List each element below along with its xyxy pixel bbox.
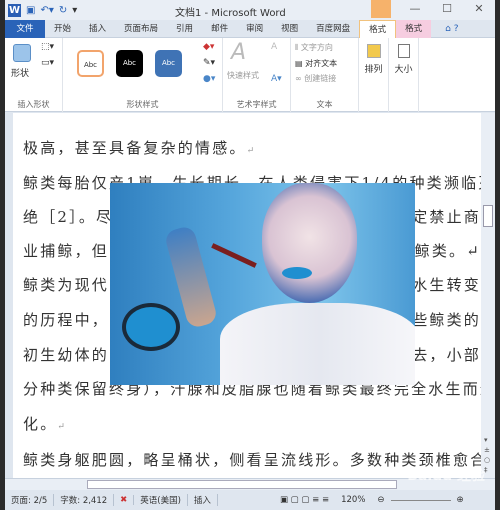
tab-format-drawing[interactable]: 格式 <box>359 19 397 39</box>
tab-format-picture[interactable]: 格式 <box>396 19 432 38</box>
edit-shape-icon[interactable]: ⬚▾ <box>41 42 54 52</box>
word-logo-icon: W <box>8 3 21 17</box>
zoom-level[interactable]: 120% <box>335 495 371 505</box>
text-box-icon[interactable]: ▭▾ <box>41 58 54 68</box>
shapes-icon <box>13 44 31 62</box>
status-bar: 页面: 2/5 字数: 2,412 ✖ 英语(美国) 插入 ▣ ▢ ▢ ≡ ≡ … <box>5 490 495 510</box>
text-line: 极高，甚至具备复杂的情感。↵ <box>23 139 257 157</box>
tab-home[interactable]: 开始 <box>45 20 80 38</box>
fill-icon[interactable]: ◆▾ <box>203 42 214 52</box>
text-line: 初生幼体的 <box>23 346 110 364</box>
text-line: 定禁止商 <box>412 208 481 226</box>
group-label: 插入形状 <box>17 100 50 109</box>
document-page[interactable]: 极高，甚至具备复杂的情感。↵ 鲸类每胎仅产1崽，生长期长，在人类侵害下1/4的种… <box>5 113 481 479</box>
group-shape-styles: Abc Abc Abc ◆▾ ✎▾ ●▾ 形状样式 <box>63 38 223 112</box>
word-window: W ▣ ↶▾ ↻ ▾ 文档1 - Microsoft Word — ☐ ✕ 文件… <box>5 0 495 510</box>
tab-file[interactable]: 文件 <box>5 19 45 38</box>
text-line: 水生转变 <box>412 276 481 294</box>
language[interactable]: 英语(美国) <box>134 494 188 506</box>
text-line: 去，小部 <box>412 346 481 364</box>
text-line: 些鲸类的 <box>412 311 481 329</box>
maximize-icon[interactable]: ☐ <box>431 0 463 18</box>
minimize-icon[interactable]: — <box>399 0 431 18</box>
tab-page-layout[interactable]: 页面布局 <box>115 20 167 38</box>
effects-icon[interactable]: ●▾ <box>203 74 215 84</box>
text-line: 鲸类为现代 <box>23 276 110 294</box>
style-sample-blue[interactable]: Abc <box>155 50 182 77</box>
text-line: 的历程中， <box>23 311 110 329</box>
text-fill-icon[interactable]: A <box>271 42 277 52</box>
tab-baidu-netdisk[interactable]: 百度网盘 <box>307 20 359 38</box>
text-direction-label: 文字方向 <box>300 43 333 52</box>
size-label: 大小 <box>394 65 413 75</box>
tab-review[interactable]: 审阅 <box>237 20 272 38</box>
hscroll-thumb[interactable] <box>87 480 397 489</box>
align-text-label: 对齐文本 <box>305 59 338 68</box>
compact <box>122 303 180 351</box>
group-label: 文本 <box>316 100 333 109</box>
ribbon: 形状 ⬚▾ ▭▾ 插入形状 Abc Abc Abc ◆▾ ✎▾ ●▾ 形状样式 … <box>5 38 495 112</box>
quick-styles-button[interactable]: 快速样式 <box>227 70 259 81</box>
text-line: 化。↵ <box>23 415 68 433</box>
zoom-out-icon[interactable]: ⊖ <box>371 495 390 505</box>
style-sample-black[interactable]: Abc <box>116 50 143 77</box>
arrange-label: 排列 <box>364 65 383 75</box>
undo-icon[interactable]: ↶▾ <box>40 5 53 16</box>
zoom-slider[interactable] <box>390 499 451 501</box>
lips <box>282 267 312 279</box>
help-icon[interactable]: ⌂ ? <box>445 24 458 34</box>
outline-icon[interactable]: ✎▾ <box>203 58 215 68</box>
tab-references[interactable]: 引用 <box>167 20 202 38</box>
group-insert-shapes: 形状 ⬚▾ ▭▾ 插入形状 <box>5 38 63 112</box>
align-text-button[interactable]: ▤ 对齐文本 <box>295 58 337 69</box>
tab-view[interactable]: 视图 <box>272 20 307 38</box>
tab-insert[interactable]: 插入 <box>80 20 115 38</box>
proofing-icon[interactable]: ✖ <box>114 495 135 505</box>
watermark: Baidu 经验 <box>407 468 485 484</box>
horizontal-scrollbar[interactable]: Baidu 经验 <box>5 468 495 490</box>
brush <box>211 243 257 268</box>
group-wordart-styles: A 快速样式 A A▾ 艺术字样式 <box>223 38 291 112</box>
text-line: 业捕鲸，但 <box>23 242 110 260</box>
tab-mailings[interactable]: 邮件 <box>202 20 237 38</box>
size-icon <box>397 44 410 58</box>
wordart-icon: A <box>231 40 247 65</box>
create-link-label: 创建链接 <box>304 74 337 83</box>
shape-button[interactable]: 形状 <box>11 66 29 79</box>
redo-icon[interactable]: ↻ <box>59 5 67 16</box>
window-title: 文档1 - Microsoft Word <box>175 8 286 19</box>
face <box>262 183 357 303</box>
group-label: 艺术字样式 <box>236 100 277 109</box>
vertical-scrollbar[interactable]: ▾ ± ○ ‡ <box>481 113 495 479</box>
zoom-in-icon[interactable]: ⊕ <box>451 495 470 505</box>
inserted-photo[interactable] <box>110 183 415 385</box>
group-text: ⫴ 文字方向 ▤ 对齐文本 ∞ 创建链接 文本 <box>291 38 359 112</box>
create-link-button[interactable]: ∞ 创建链接 <box>295 73 336 84</box>
style-sample-orange[interactable]: Abc <box>77 50 104 77</box>
scroll-thumb[interactable] <box>483 205 493 227</box>
arrange-icon <box>366 44 381 58</box>
group-label: 形状样式 <box>126 100 159 109</box>
page-count[interactable]: 页面: 2/5 <box>5 494 55 506</box>
insert-mode[interactable]: 插入 <box>188 494 218 506</box>
title-bar: W ▣ ↶▾ ↻ ▾ 文档1 - Microsoft Word — ☐ ✕ <box>5 0 495 20</box>
close-icon[interactable]: ✕ <box>463 0 495 18</box>
text-line: 绝［2］。尽 <box>23 208 114 226</box>
drawing-tools-context <box>371 0 391 18</box>
save-icon[interactable]: ▣ <box>26 5 35 16</box>
text-effects-icon[interactable]: A▾ <box>271 74 282 84</box>
view-buttons[interactable]: ▣ ▢ ▢ ≡ ≡ <box>274 495 335 505</box>
shoulders <box>220 303 415 385</box>
text-direction-button[interactable]: ⫴ 文字方向 <box>295 42 333 53</box>
word-count[interactable]: 字数: 2,412 <box>54 494 115 506</box>
size-button[interactable]: 大小 <box>389 38 419 112</box>
arrange-button[interactable]: 排列 <box>359 38 389 112</box>
ribbon-tabs: 文件 开始 插入 页面布局 引用 邮件 审阅 视图 百度网盘 格式 格式 ⌂ ? <box>5 19 495 39</box>
customize-qa-icon[interactable]: ▾ <box>72 5 77 16</box>
